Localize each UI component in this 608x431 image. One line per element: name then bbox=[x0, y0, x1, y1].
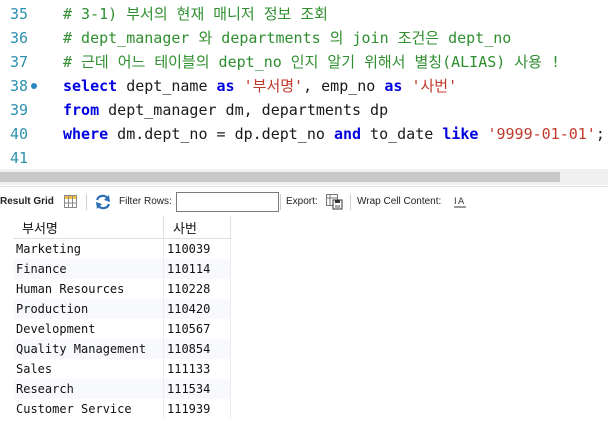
code-text: select dept_name as '부서명', emp_no as '사번… bbox=[63, 74, 457, 98]
line-number: 36 bbox=[9, 29, 28, 47]
sql-keyword: where bbox=[63, 125, 109, 143]
table-row[interactable]: Research 111534 bbox=[13, 379, 231, 399]
code-line[interactable]: 40 where dm.dept_no = dp.dept_no and to_d… bbox=[0, 122, 608, 146]
table-row[interactable]: Production 110420 bbox=[13, 299, 231, 319]
result-table: 부서명 사번 Marketing 110039 Finance 110114 Human… bbox=[13, 216, 231, 419]
code-text: # 3-1) 부서의 현재 매니저 정보 조회 bbox=[63, 2, 328, 26]
line-number: 41 bbox=[9, 149, 28, 167]
sql-keyword: and bbox=[333, 125, 362, 143]
table-row[interactable]: Marketing 110039 bbox=[13, 238, 231, 259]
column-header-emp-no[interactable]: 사번 bbox=[163, 216, 231, 239]
cell-dept-name[interactable]: Sales bbox=[13, 359, 164, 379]
table-row[interactable]: Human Resources 110228 bbox=[13, 279, 231, 299]
cell-emp-no[interactable]: 110567 bbox=[163, 319, 231, 339]
sql-token: dept_manager dm, departments dp bbox=[99, 101, 389, 119]
svg-text:I: I bbox=[454, 197, 457, 207]
cell-emp-no[interactable]: 110420 bbox=[163, 299, 231, 319]
code-line[interactable]: 37 # 근데 어느 테이블의 dept_no 인지 알기 위해서 별칭(ALIA… bbox=[0, 50, 608, 74]
filter-rows-label: Filter Rows: bbox=[119, 196, 172, 207]
toolbar-separator bbox=[86, 194, 87, 210]
code-text: where dm.dept_no = dp.dept_no and to_dat… bbox=[63, 122, 605, 146]
wrap-cell-content-label: Wrap Cell Content: bbox=[357, 196, 442, 207]
scrollbar-thumb[interactable] bbox=[0, 172, 560, 182]
sql-token: , emp_no bbox=[303, 77, 385, 95]
table-header-row: 부서명 사번 bbox=[13, 216, 231, 239]
sql-keyword: like bbox=[442, 125, 479, 143]
cell-dept-name[interactable]: Production bbox=[13, 299, 164, 319]
export-label: Export: bbox=[286, 196, 318, 207]
code-text: # 근데 어느 테이블의 dept_no 인지 알기 위해서 별칭(ALIAS)… bbox=[63, 50, 560, 74]
sql-keyword: select bbox=[63, 77, 118, 95]
table-row[interactable]: Development 110567 bbox=[13, 319, 231, 339]
cell-emp-no[interactable]: 110854 bbox=[163, 339, 231, 359]
cell-emp-no[interactable]: 110228 bbox=[163, 279, 231, 299]
sql-token: to_date bbox=[361, 125, 443, 143]
sql-string: '사번' bbox=[411, 77, 458, 95]
cell-dept-name[interactable]: Development bbox=[13, 319, 164, 339]
refresh-icon[interactable] bbox=[94, 194, 112, 210]
sql-token: dm.dept_no = dp.dept_no bbox=[108, 125, 334, 143]
sql-comment: # dept_manager 와 departments 의 join 조건은 … bbox=[63, 29, 512, 47]
sql-editor[interactable]: 35 # 3-1) 부서의 현재 매니저 정보 조회 36 # dept_manage… bbox=[0, 0, 608, 182]
code-line[interactable]: 38 select dept_name as '부서명', emp_no as '… bbox=[0, 74, 608, 98]
line-number: 38 bbox=[9, 77, 28, 95]
sql-string: '부서명' bbox=[243, 77, 304, 95]
sql-comment: # 근데 어느 테이블의 dept_no 인지 알기 위해서 별칭(ALIAS)… bbox=[63, 53, 561, 71]
result-grid[interactable]: 부서명 사번 Marketing 110039 Finance 110114 Human… bbox=[0, 216, 608, 431]
toolbar-separator bbox=[280, 194, 281, 210]
cell-emp-no[interactable]: 111534 bbox=[163, 379, 231, 399]
editor-horizontal-scrollbar[interactable] bbox=[0, 169, 608, 185]
sql-token: ; bbox=[595, 125, 605, 143]
cell-dept-name[interactable]: Finance bbox=[13, 259, 164, 279]
line-number: 37 bbox=[9, 53, 28, 71]
line-number: 40 bbox=[9, 125, 28, 143]
sql-keyword: as bbox=[216, 77, 235, 95]
table-row[interactable]: Customer Service 111939 bbox=[13, 399, 231, 419]
line-number: 35 bbox=[9, 5, 28, 23]
sql-comment: # 3-1) 부서의 현재 매니저 정보 조회 bbox=[63, 5, 328, 23]
result-toolbar: Result Grid Filter Rows: Export: Wrap Ce… bbox=[0, 186, 608, 218]
cell-dept-name[interactable]: Human Resources bbox=[13, 279, 164, 299]
table-row[interactable]: Sales 111133 bbox=[13, 359, 231, 379]
code-line[interactable]: 39 from dept_manager dm, departments dp bbox=[0, 98, 608, 122]
cell-dept-name[interactable]: Research bbox=[13, 379, 164, 399]
code-line[interactable]: 41 bbox=[0, 146, 608, 170]
svg-text:A: A bbox=[458, 197, 465, 207]
filter-rows-input[interactable] bbox=[176, 192, 279, 212]
code-text: # dept_manager 와 departments 의 join 조건은 … bbox=[63, 26, 511, 50]
breakpoint-dot-icon[interactable] bbox=[31, 83, 37, 89]
sql-keyword: from bbox=[63, 101, 100, 119]
code-line[interactable]: 35 # 3-1) 부서의 현재 매니저 정보 조회 bbox=[0, 2, 608, 26]
grid-icon[interactable] bbox=[64, 195, 77, 208]
export-icon[interactable] bbox=[326, 194, 343, 210]
code-text: from dept_manager dm, departments dp bbox=[63, 98, 388, 122]
result-grid-label[interactable]: Result Grid bbox=[0, 196, 54, 207]
cell-dept-name[interactable]: Customer Service bbox=[13, 399, 164, 419]
code-line[interactable]: 36 # dept_manager 와 departments 의 join 조건… bbox=[0, 26, 608, 50]
cell-dept-name[interactable]: Quality Management bbox=[13, 339, 164, 359]
sql-string: '9999-01-01' bbox=[487, 125, 596, 143]
cell-emp-no[interactable]: 111939 bbox=[163, 399, 231, 419]
toolbar-separator bbox=[350, 194, 351, 210]
column-header-dept-name[interactable]: 부서명 bbox=[13, 216, 164, 239]
cell-emp-no[interactable]: 110114 bbox=[163, 259, 231, 279]
cell-emp-no[interactable]: 110039 bbox=[163, 238, 231, 259]
table-row[interactable]: Quality Management 110854 bbox=[13, 339, 231, 359]
wrap-text-icon[interactable]: I A bbox=[453, 195, 467, 209]
cell-dept-name[interactable]: Marketing bbox=[13, 238, 164, 259]
sql-keyword: as bbox=[384, 77, 403, 95]
cell-emp-no[interactable]: 111133 bbox=[163, 359, 231, 379]
sql-token: dept_name bbox=[117, 77, 217, 95]
line-number: 39 bbox=[9, 101, 28, 119]
table-row[interactable]: Finance 110114 bbox=[13, 259, 231, 279]
